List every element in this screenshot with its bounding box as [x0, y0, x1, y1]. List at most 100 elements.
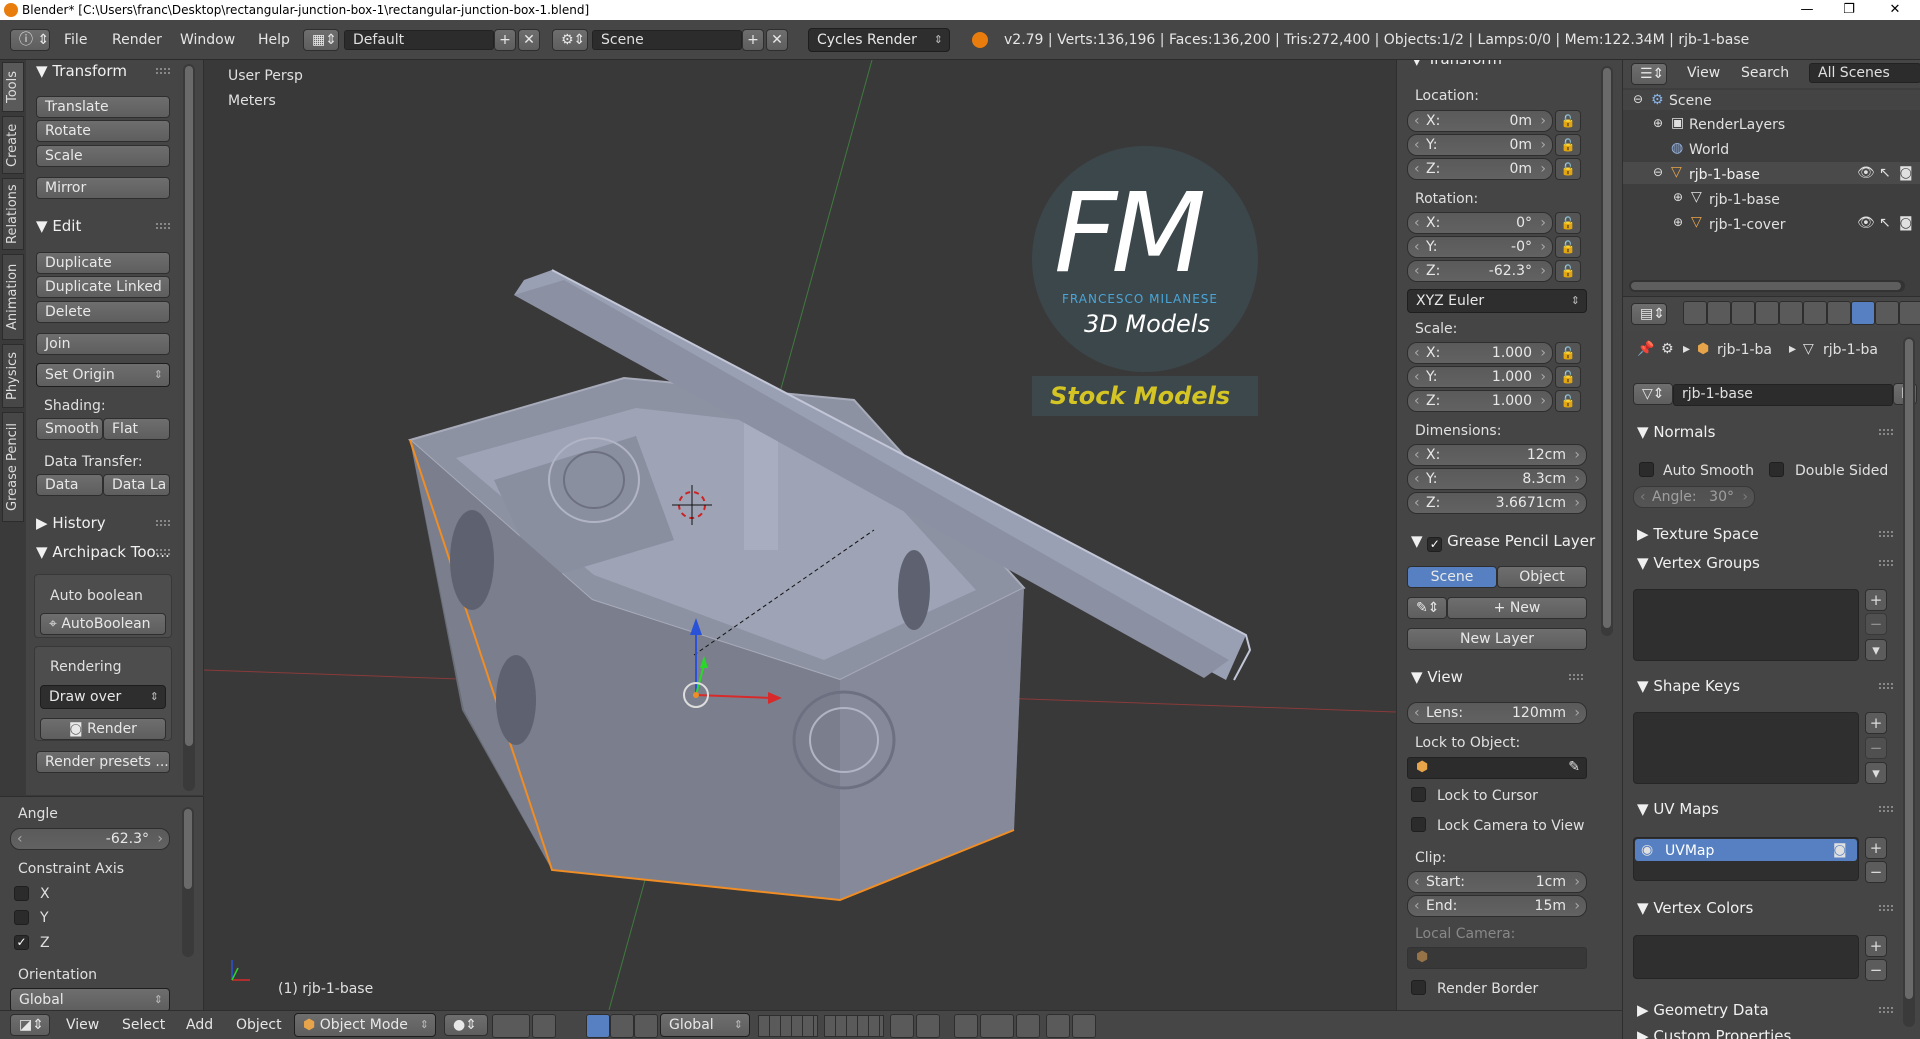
outliner-filter-field[interactable]: All Scenes — [1809, 63, 1920, 83]
selectable-arrow-icon[interactable]: ↖ — [1879, 165, 1891, 181]
grease-pencil-header[interactable]: ▼ ✓ Grease Pencil Layer — [1411, 532, 1595, 552]
add-scene-icon[interactable]: + — [742, 29, 764, 51]
outliner-item-rjb-1-cover[interactable]: rjb-1-cover — [1709, 217, 1785, 233]
pin-icon[interactable]: 📌 — [1637, 341, 1654, 357]
render-still-icon[interactable] — [1046, 1014, 1070, 1038]
view3d-editor-icon[interactable]: ◪⇕ — [10, 1014, 50, 1036]
constraint-x-checkbox[interactable] — [14, 886, 29, 901]
data-tab-icon[interactable] — [1851, 301, 1875, 325]
vertex-groups-header[interactable]: ▼ Vertex Groups — [1637, 554, 1760, 572]
renderable-camera-icon[interactable]: ◙ — [1899, 215, 1913, 231]
set-origin-dropdown[interactable]: Set Origin — [36, 363, 170, 387]
crumb-object[interactable]: rjb-1-ba — [1717, 342, 1772, 358]
delete-button[interactable]: Delete — [36, 301, 170, 323]
material-tab-icon[interactable] — [1875, 301, 1899, 325]
vertex-colors-header[interactable]: ▼ Vertex Colors — [1637, 899, 1753, 917]
tab-tools[interactable]: Tools — [2, 62, 24, 112]
gp-new-button[interactable]: + New — [1447, 597, 1587, 619]
duplicate-linked-button[interactable]: Duplicate Linked — [36, 276, 170, 298]
lock-icon[interactable]: 🔓 — [1555, 110, 1581, 132]
mesh-name-field[interactable]: rjb-1-base — [1673, 384, 1893, 406]
snap-element-icon[interactable] — [980, 1014, 1014, 1038]
lock-icon[interactable]: 🔓 — [1555, 158, 1581, 180]
rotate-button[interactable]: Rotate — [36, 120, 170, 142]
tab-grease-pencil[interactable]: Grease Pencil — [2, 412, 24, 522]
data-button[interactable]: Data — [36, 474, 103, 496]
outliner-row-selected[interactable] — [1623, 162, 1920, 184]
geometry-data-header[interactable]: ▶ Geometry Data — [1637, 1001, 1769, 1019]
outliner-item-scene[interactable]: Scene — [1669, 93, 1712, 109]
select-menu[interactable]: Select — [122, 1017, 165, 1033]
menu-window[interactable]: Window — [180, 32, 235, 48]
scale-x-field[interactable]: X:1.000 — [1407, 342, 1553, 364]
vertex-group-menu-icon[interactable]: ▾ — [1865, 639, 1887, 661]
autoboolean-button[interactable]: ⌖ AutoBoolean — [40, 613, 166, 635]
translate-manipulator-icon[interactable] — [586, 1014, 610, 1038]
render-border-checkbox[interactable] — [1411, 980, 1426, 995]
visibility-eye-icon[interactable]: 👁 — [1857, 165, 1875, 181]
collapse-icon[interactable]: ⊖ — [1653, 165, 1663, 179]
tab-animation[interactable]: Animation — [2, 254, 24, 340]
edit-panel-header[interactable]: ▼ Edit — [36, 217, 81, 235]
lock-object-field[interactable]: ⬢ ✎ — [1407, 757, 1587, 779]
lock-icon[interactable]: 🔓 — [1555, 236, 1581, 258]
menu-render[interactable]: Render — [112, 32, 162, 48]
add-vertex-color-icon[interactable]: + — [1865, 935, 1887, 957]
scale-button[interactable]: Scale — [36, 145, 170, 167]
uvmap-render-icon[interactable]: ◙ — [1833, 842, 1847, 858]
menu-help[interactable]: Help — [258, 32, 290, 48]
lock-icon[interactable]: 🔓 — [1555, 342, 1581, 364]
outliner-item-renderlayers[interactable]: RenderLayers — [1689, 117, 1785, 133]
render-button[interactable]: ◙ Render — [40, 718, 166, 740]
operator-scrollbar[interactable] — [182, 807, 194, 957]
history-panel-header[interactable]: ▶ History — [36, 514, 106, 532]
double-sided-checkbox[interactable] — [1769, 462, 1784, 477]
panel-grip-icon[interactable] — [1879, 429, 1893, 435]
lens-field[interactable]: Lens:120mm — [1407, 702, 1587, 724]
view-menu[interactable]: View — [66, 1017, 99, 1033]
tab-physics[interactable]: Physics — [2, 344, 24, 408]
remove-scene-icon[interactable]: ✕ — [766, 29, 788, 51]
data-layout-button[interactable]: Data La — [103, 474, 170, 496]
rotation-y-field[interactable]: Y:-0° — [1407, 236, 1553, 258]
grease-pencil-checkbox[interactable]: ✓ — [1427, 537, 1443, 552]
location-z-field[interactable]: Z:0m — [1407, 158, 1553, 180]
uvmap-name[interactable]: UVMap — [1665, 843, 1714, 859]
vertex-groups-list[interactable] — [1633, 589, 1859, 661]
editor-type-info-icon[interactable]: ⓘ ⇕ — [10, 29, 50, 51]
dimension-z-field[interactable]: Z:3.6671cm — [1407, 492, 1587, 514]
remove-screen-icon[interactable]: ✕ — [518, 29, 540, 51]
scene-icon[interactable]: ⚙⇕ — [552, 29, 588, 51]
close-button[interactable]: ✕ — [1872, 0, 1918, 20]
n-panel-scrollbar[interactable] — [1601, 66, 1613, 636]
n-transform-header[interactable]: ▼ Transform — [1411, 60, 1502, 68]
properties-scrollbar[interactable] — [1903, 337, 1915, 1027]
panel-grip-icon[interactable] — [156, 549, 170, 555]
outliner-item-world[interactable]: World — [1689, 142, 1729, 158]
lock-icon[interactable]: 🔓 — [1555, 260, 1581, 282]
screen-layout-field[interactable]: Default — [344, 30, 494, 50]
3d-viewport[interactable]: User Persp Meters FM FRANCESCO MILANESE … — [204, 60, 1396, 1010]
tab-create[interactable]: Create — [2, 116, 24, 174]
shape-keys-header[interactable]: ▼ Shape Keys — [1637, 677, 1740, 695]
dimension-x-field[interactable]: X:12cm — [1407, 444, 1587, 466]
gp-object-button[interactable]: Object — [1497, 566, 1587, 588]
renderable-camera-icon[interactable]: ◙ — [1899, 165, 1913, 181]
scene-tab-icon[interactable] — [1731, 301, 1755, 325]
layer-buttons-a[interactable] — [758, 1015, 818, 1037]
constraints-tab-icon[interactable] — [1803, 301, 1827, 325]
clip-start-field[interactable]: Start:1cm — [1407, 871, 1587, 893]
proportional-edit-icon[interactable] — [916, 1014, 940, 1038]
lock-icon[interactable]: 🔓 — [1555, 212, 1581, 234]
lock-icon[interactable]: 🔓 — [1555, 134, 1581, 156]
gp-new-layer-button[interactable]: New Layer — [1407, 628, 1587, 650]
constraint-z-checkbox[interactable]: ✓ — [14, 935, 29, 950]
outliner-scrollbar[interactable] — [1629, 280, 1905, 292]
manipulator-toggle-icon[interactable] — [532, 1014, 556, 1038]
gp-pencil-icon[interactable]: ✎⇕ — [1407, 597, 1447, 619]
add-screen-icon[interactable]: + — [494, 29, 516, 51]
panel-grip-icon[interactable] — [1879, 1007, 1893, 1013]
outliner-editor-icon[interactable]: ☰⇕ — [1631, 63, 1667, 85]
lock-icon[interactable]: 🔓 — [1555, 366, 1581, 388]
object-menu[interactable]: Object — [236, 1017, 282, 1033]
